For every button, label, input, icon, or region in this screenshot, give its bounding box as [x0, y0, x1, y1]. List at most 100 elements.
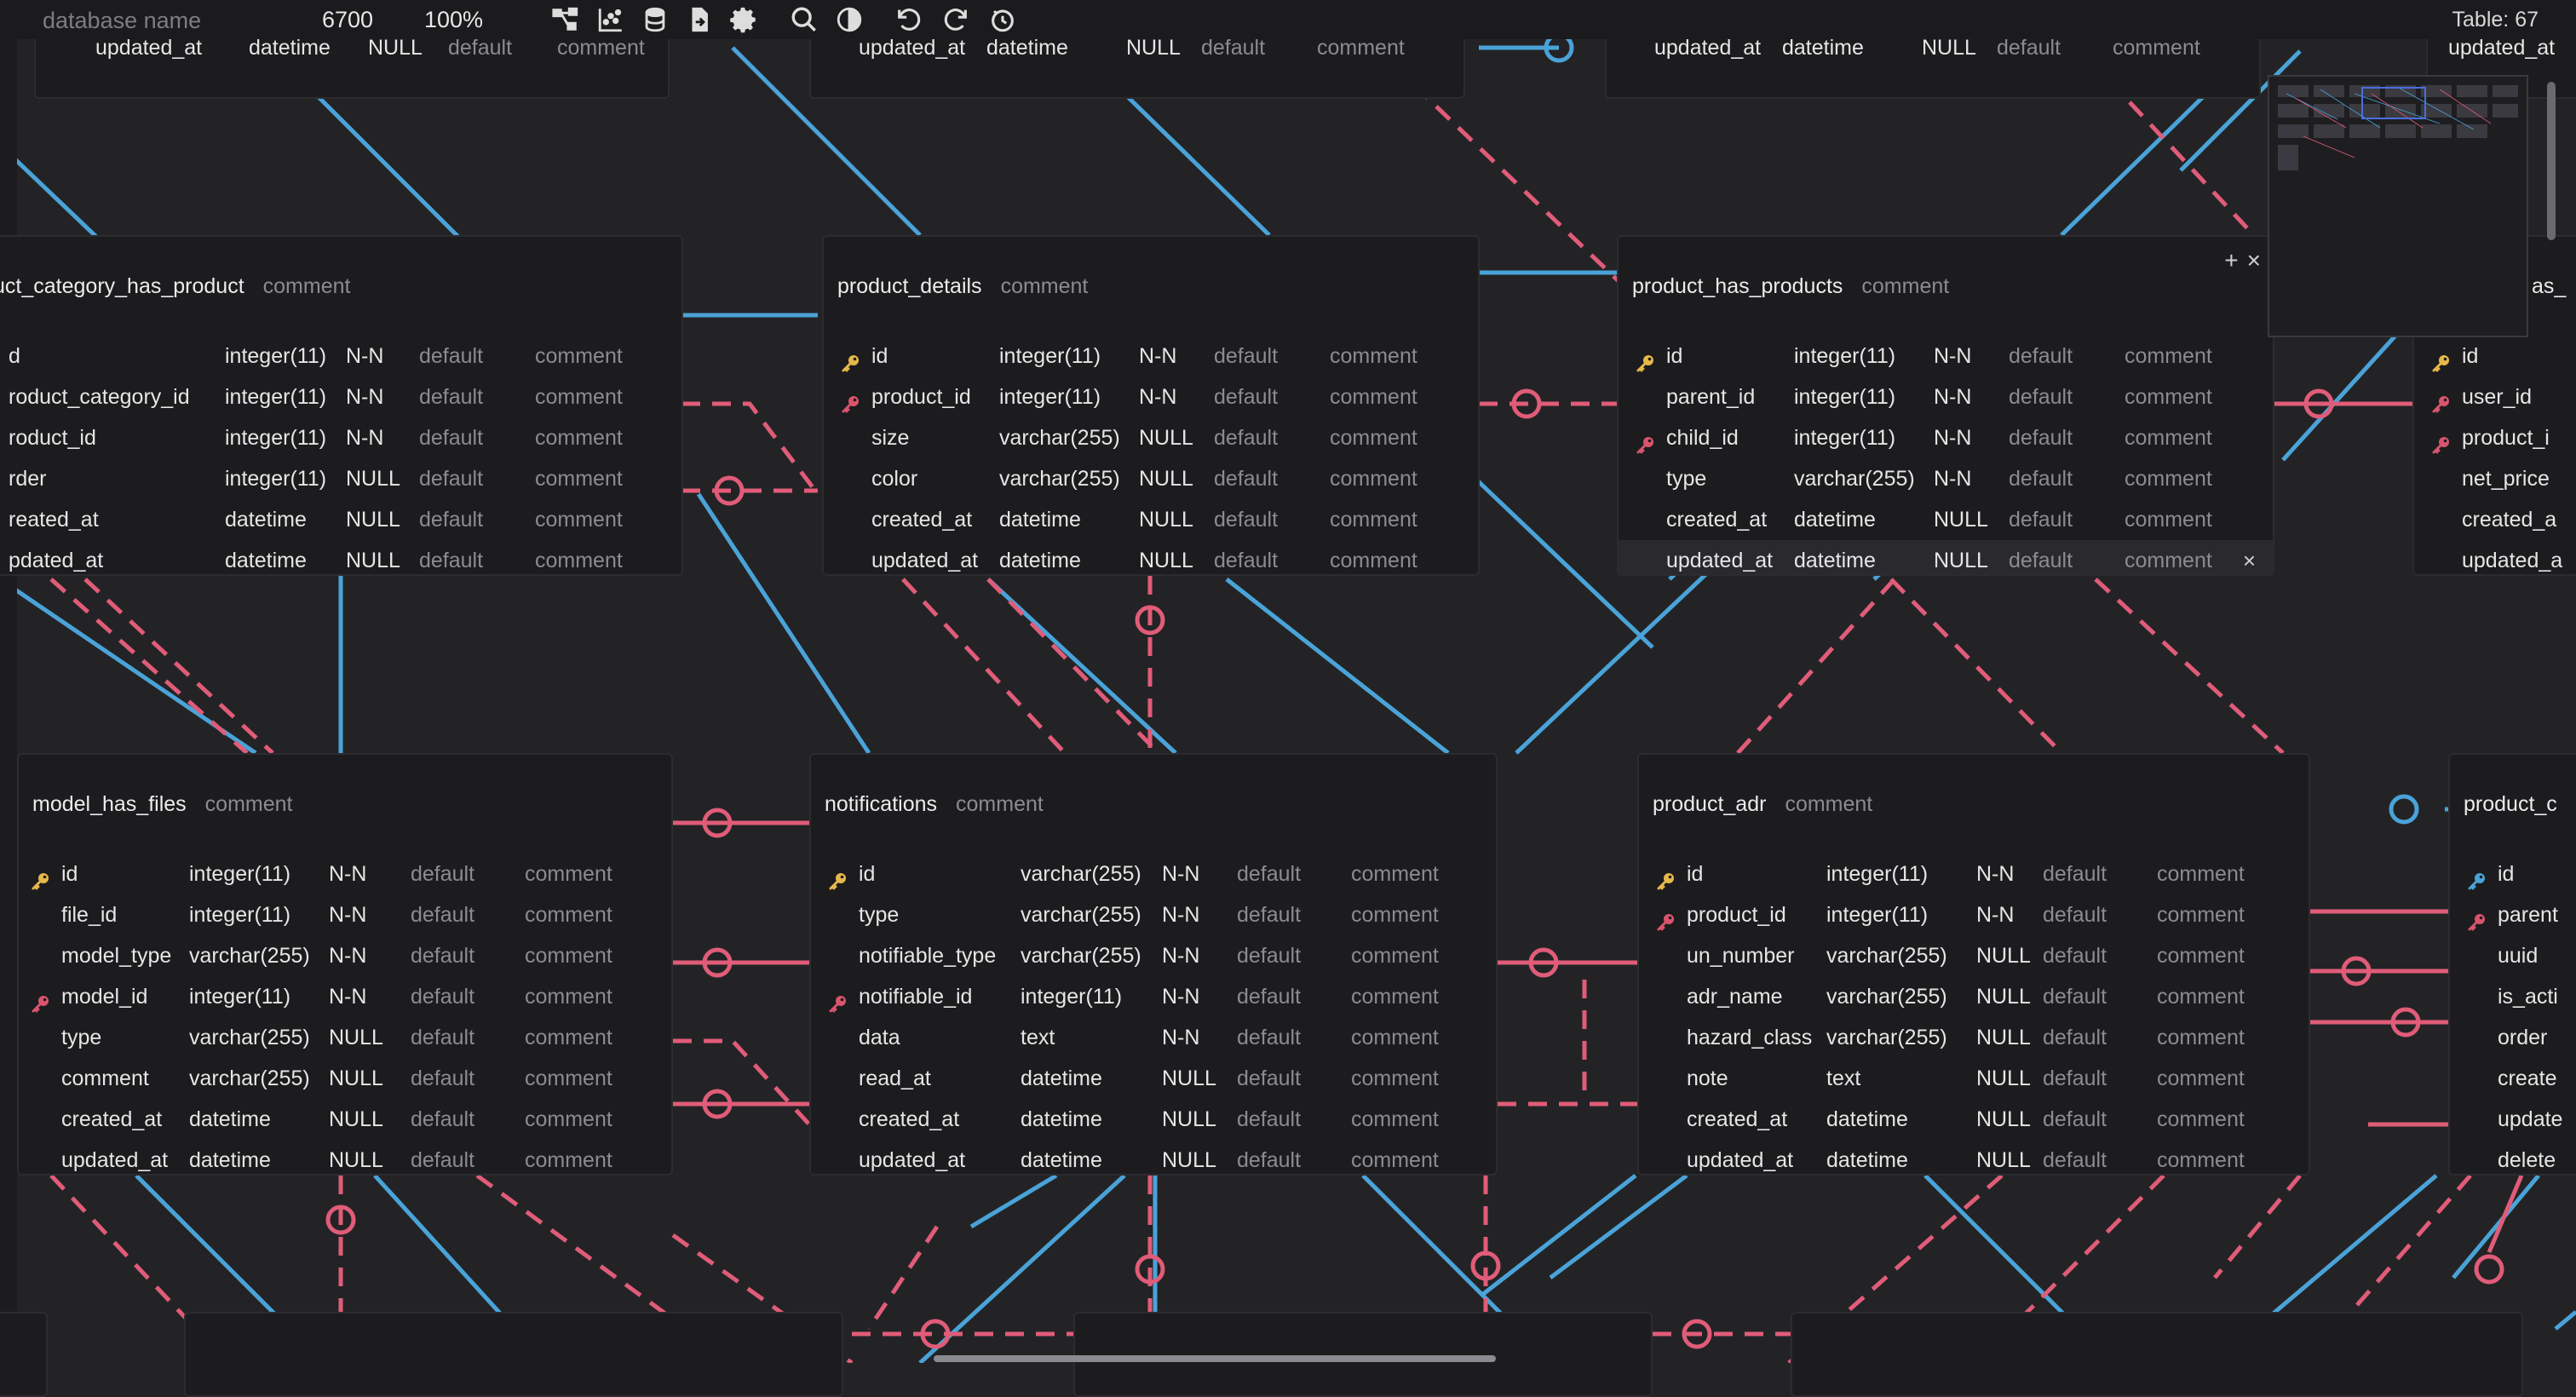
table-comment[interactable]: comment — [1785, 792, 1872, 816]
column-name[interactable]: comment — [61, 1058, 149, 1099]
column-name[interactable]: un_number — [1687, 935, 1794, 976]
table-stub[interactable] — [1791, 1312, 2523, 1397]
column-name[interactable]: size — [871, 417, 909, 458]
column-name[interactable]: data — [859, 1017, 900, 1058]
column-default[interactable]: default — [1214, 499, 1278, 540]
column-comment[interactable]: comment — [535, 540, 623, 574]
column-nullable[interactable]: N-N — [1976, 894, 2014, 935]
column-type[interactable]: datetime — [225, 499, 307, 540]
column-default[interactable]: default — [1214, 458, 1278, 499]
table-row[interactable]: uuid — [2450, 935, 2576, 976]
table-row[interactable]: d integer(11) N-N default comment — [0, 336, 681, 377]
column-nullable[interactable]: NULL — [1139, 417, 1193, 458]
column-nullable[interactable]: N-N — [1976, 854, 2014, 894]
column-nullable[interactable]: N-N — [1934, 377, 1971, 417]
column-nullable[interactable]: N-N — [1139, 336, 1176, 377]
column-type[interactable]: integer(11) — [225, 336, 326, 377]
column-name[interactable]: read_at — [859, 1058, 931, 1099]
column-type[interactable]: integer(11) — [1794, 336, 1895, 377]
column-comment[interactable]: comment — [525, 894, 612, 935]
table-row[interactable]: updated_at datetime NULL default comment — [824, 540, 1478, 574]
column-comment[interactable]: comment — [525, 1017, 612, 1058]
column-nullable[interactable]: N-N — [1162, 1017, 1199, 1058]
column-comment[interactable]: comment — [525, 1099, 612, 1140]
column-type[interactable]: datetime — [225, 540, 307, 574]
column-type[interactable]: datetime — [1826, 1140, 1908, 1174]
table-row[interactable]: comment varchar(255) NULL default comment — [19, 1058, 671, 1099]
table-row[interactable]: read_at datetime NULL default comment — [811, 1058, 1496, 1099]
history-icon[interactable] — [986, 3, 1019, 36]
column-nullable[interactable]: NULL — [329, 1017, 383, 1058]
column-type[interactable]: integer(11) — [189, 854, 290, 894]
column-default[interactable]: default — [2043, 1058, 2107, 1099]
column-nullable[interactable]: NULL — [329, 1140, 383, 1174]
table-row[interactable]: created_at datetime NULL default comment — [1639, 1099, 2309, 1140]
gear-icon[interactable] — [728, 3, 761, 36]
table-row[interactable]: note text NULL default comment — [1639, 1058, 2309, 1099]
column-name[interactable]: net_price — [2462, 458, 2550, 499]
column-comment[interactable]: comment — [1330, 540, 1417, 574]
table-row[interactable]: un_number varchar(255) NULL default comment — [1639, 935, 2309, 976]
column-name[interactable]: updated_at — [1666, 540, 1773, 574]
column-nullable[interactable]: NULL — [1139, 540, 1193, 574]
column-default[interactable]: default — [2043, 1099, 2107, 1140]
redo-icon[interactable] — [940, 3, 972, 36]
chart-icon[interactable] — [595, 3, 627, 36]
close-table-button[interactable]: × — [2247, 247, 2261, 273]
column-type[interactable]: varchar(255) — [999, 417, 1120, 458]
column-default[interactable]: default — [2043, 894, 2107, 935]
column-comment[interactable]: comment — [1351, 854, 1439, 894]
column-type[interactable]: varchar(255) — [999, 458, 1120, 499]
column-name[interactable]: uuid — [2498, 935, 2538, 976]
column-type[interactable]: integer(11) — [225, 458, 326, 499]
column-type[interactable]: datetime — [999, 499, 1081, 540]
column-name[interactable]: id — [1687, 854, 1703, 894]
column-type[interactable]: datetime — [1021, 1058, 1102, 1099]
relations-icon[interactable] — [549, 3, 582, 36]
column-default[interactable]: default — [2043, 1017, 2107, 1058]
column-type[interactable]: datetime — [1794, 540, 1876, 574]
table-uct-category-has-product[interactable]: uct_category_has_product comment d integer(… — [0, 235, 683, 576]
column-default[interactable]: default — [2009, 499, 2073, 540]
table-product-adr[interactable]: product_adr comment id integer(11) N-N defaul… — [1637, 753, 2310, 1176]
column-name[interactable]: notifiable_type — [859, 935, 996, 976]
table-row[interactable]: created_at datetime NULL default comment — [19, 1099, 671, 1140]
column-type[interactable]: integer(11) — [225, 377, 326, 417]
column-default[interactable]: default — [1214, 417, 1278, 458]
minimap-viewport[interactable] — [2361, 87, 2426, 119]
table-row[interactable]: is_acti — [2450, 976, 2576, 1017]
column-name[interactable]: adr_name — [1687, 976, 1783, 1017]
column-comment[interactable]: comment — [1330, 499, 1417, 540]
table-row[interactable]: roduct_category_id integer(11) N-N default c… — [0, 377, 681, 417]
column-nullable[interactable]: NULL — [329, 1099, 383, 1140]
table-row[interactable]: type varchar(255) NULL default comment — [19, 1017, 671, 1058]
table-stub[interactable] — [0, 1312, 48, 1397]
table-row[interactable]: created_at datetime NULL default comment — [811, 1099, 1496, 1140]
table-row[interactable]: create — [2450, 1058, 2576, 1099]
column-type[interactable]: text — [1826, 1058, 1860, 1099]
column-nullable[interactable]: N-N — [329, 935, 366, 976]
column-type[interactable]: varchar(255) — [1826, 1017, 1947, 1058]
column-comment[interactable]: comment — [2157, 935, 2245, 976]
table-row[interactable]: data text N-N default comment — [811, 1017, 1496, 1058]
column-name[interactable]: type — [61, 1017, 101, 1058]
column-name[interactable]: updated_at — [871, 540, 978, 574]
column-name[interactable]: type — [859, 894, 899, 935]
table-row[interactable]: hazard_class varchar(255) NULL default comme… — [1639, 1017, 2309, 1058]
column-default[interactable]: default — [1237, 1099, 1301, 1140]
column-nullable[interactable]: NULL — [346, 540, 400, 574]
table-row[interactable]: type varchar(255) N-N default comment — [811, 894, 1496, 935]
column-type[interactable]: text — [1021, 1017, 1055, 1058]
column-nullable[interactable]: NULL — [1139, 499, 1193, 540]
column-nullable[interactable]: NULL — [1976, 1017, 2031, 1058]
table-row[interactable]: updated_at datetime NULL default comment — [811, 1140, 1496, 1174]
column-type[interactable]: integer(11) — [999, 377, 1101, 417]
column-comment[interactable]: comment — [535, 417, 623, 458]
export-file-icon[interactable] — [683, 3, 716, 36]
minimap[interactable] — [2268, 75, 2528, 337]
table-name[interactable]: product_has_products — [1632, 274, 1843, 298]
table-comment[interactable]: comment — [205, 792, 293, 816]
table-product-details[interactable]: product_details comment id integer(11) N-N de… — [822, 235, 1480, 576]
column-type[interactable]: varchar(255) — [1826, 935, 1947, 976]
column-default[interactable]: default — [419, 377, 483, 417]
